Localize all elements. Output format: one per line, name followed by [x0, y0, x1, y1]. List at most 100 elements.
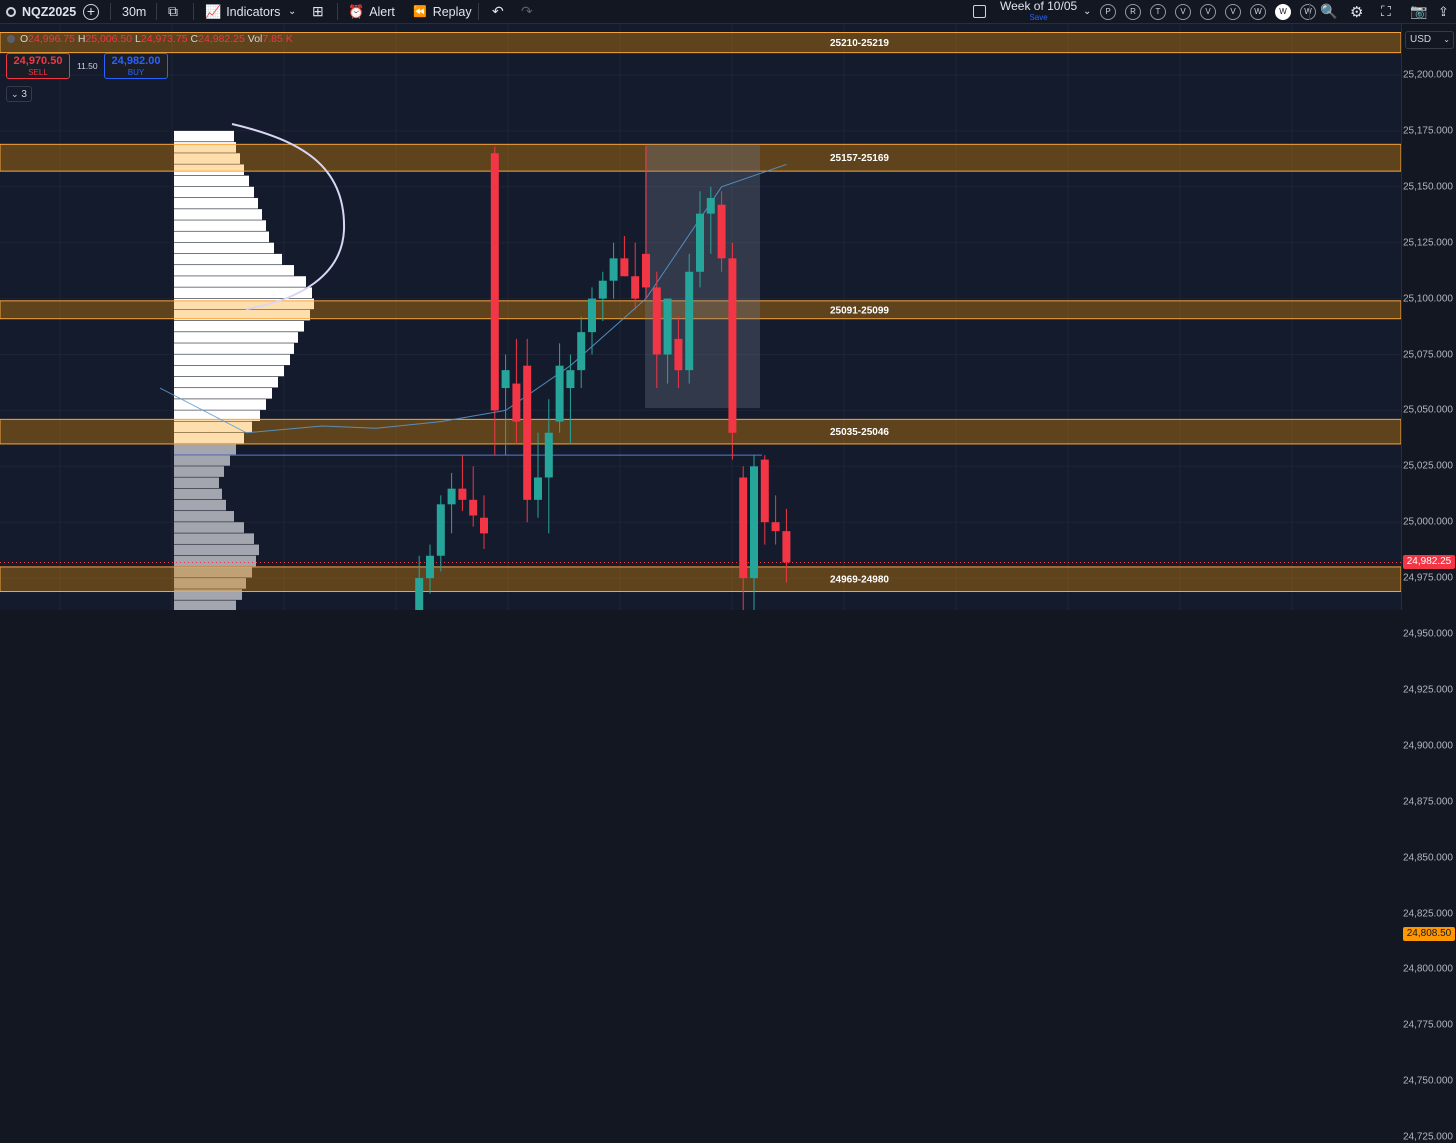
indicators-toggle[interactable]: ⌄ 3	[6, 86, 32, 102]
magnifier-icon: 🔍	[1320, 3, 1338, 19]
price-tick: 24,800.000	[1402, 963, 1453, 975]
replay-button[interactable]: ⏪ Replay	[413, 0, 472, 23]
price-axis[interactable]: 25,200.000 25,175.000 25,150.000 25,125.000…	[1401, 24, 1456, 1143]
undo-button[interactable]: ↶	[492, 0, 504, 23]
snapshot-button[interactable]: 📷	[1410, 0, 1427, 23]
chevron-down-icon: ⌄	[11, 89, 19, 99]
high-value: 25,006.50	[85, 33, 133, 45]
zone-label: 25091-25099	[830, 305, 889, 316]
buy-label: BUY	[127, 68, 145, 77]
zone-label: 24969-24980	[830, 575, 889, 586]
candle-body	[588, 298, 596, 333]
share-icon: ⇪	[1438, 3, 1449, 19]
layout-name-button[interactable]: Week of 10/05 Save	[1000, 0, 1077, 23]
camera-icon: 📷	[1410, 3, 1428, 19]
candle-body	[415, 578, 424, 610]
candle-body	[631, 276, 640, 299]
volume-profile-bar	[174, 343, 294, 354]
candle-body	[728, 258, 737, 433]
volume-profile-bar	[174, 209, 262, 220]
square-icon	[973, 5, 986, 18]
candle-body	[663, 298, 672, 355]
symbol-search[interactable]: NQZ2025	[6, 0, 76, 23]
candle-body	[739, 477, 748, 579]
volume-profile-bar	[174, 443, 236, 455]
range-button[interactable]: R	[1125, 3, 1141, 20]
redo-icon: ↷	[521, 3, 533, 19]
candle-body	[598, 280, 607, 299]
volume-profile-bar	[174, 276, 306, 287]
candle-body	[771, 522, 780, 532]
close-value: 24,982.25	[198, 33, 245, 45]
currency-select[interactable]: USD ⌄	[1405, 31, 1454, 49]
range-button[interactable]: W	[1300, 3, 1316, 20]
settings-button[interactable]: ⚙	[1350, 0, 1363, 23]
indicators-button[interactable]: 📈 Indicators	[205, 0, 280, 23]
spread-value: 11.50	[77, 61, 98, 71]
publish-button[interactable]: ⇪	[1438, 0, 1449, 23]
add-symbol-button[interactable]: +	[83, 0, 99, 23]
search-button[interactable]: 🔍	[1320, 0, 1337, 23]
candle-body	[717, 204, 726, 259]
interval-button[interactable]: 30m	[122, 0, 146, 23]
range-button[interactable]: P	[1100, 3, 1116, 20]
range-button[interactable]: V	[1175, 3, 1191, 20]
chart-type-button[interactable]: ⧉	[168, 0, 178, 23]
rewind-icon: ⏪	[413, 6, 427, 18]
interval-label: 30m	[122, 4, 147, 19]
alert-button[interactable]: ⏰ Alert	[348, 0, 395, 23]
candle-body	[490, 153, 499, 411]
volume-profile-bar	[174, 544, 259, 556]
fullscreen-button[interactable]: ⛶	[1381, 0, 1391, 23]
undo-icon: ↶	[492, 3, 504, 19]
price-tick: 25,000.000	[1402, 516, 1453, 528]
candle-body	[609, 258, 618, 281]
sr-zone	[0, 418, 1401, 445]
volume-profile-bar	[174, 455, 230, 466]
open-value: 24,996.75	[28, 33, 75, 45]
volume-profile-bar	[174, 365, 284, 377]
chevron-down-icon: ⌄	[288, 6, 297, 17]
alarm-clock-icon: ⏰	[348, 3, 365, 19]
replay-label: Replay	[432, 4, 472, 19]
price-tick: 25,200.000	[1402, 69, 1453, 81]
buy-price: 24,982.00	[111, 55, 161, 67]
range-button[interactable]: V	[1200, 3, 1216, 20]
volume-profile-bar	[174, 197, 258, 209]
chart-canvas[interactable]: 25210-25219 25157-25169 25091-25099 25035-2…	[0, 24, 1401, 610]
volume-profile-bar	[174, 376, 278, 388]
range-button[interactable]: V	[1225, 3, 1241, 20]
templates-button[interactable]: ⊞	[312, 0, 324, 23]
candle-body	[501, 370, 510, 389]
plus-circle-icon: +	[83, 3, 99, 20]
sell-button[interactable]: 24,970.50 SELL	[6, 53, 70, 79]
range-button[interactable]: T	[1150, 3, 1166, 20]
candle-body	[620, 258, 629, 277]
volume-profile-bar	[174, 477, 219, 489]
currency-label: USD	[1410, 34, 1432, 45]
volume-label: Vol	[247, 33, 263, 45]
layout-dropdown[interactable]: ⌄	[1083, 0, 1091, 23]
indicator-count: 3	[21, 89, 27, 100]
candle-body	[706, 197, 715, 214]
range-button[interactable]: W	[1275, 3, 1291, 20]
price-tick: 24,750.000	[1402, 1075, 1453, 1087]
price-tick: 24,725.000	[1402, 1131, 1453, 1143]
chart-pane[interactable]: 25210-25219 25157-25169 25091-25099 25035-2…	[0, 24, 1401, 610]
buy-button[interactable]: 24,982.00 BUY	[104, 53, 168, 79]
candle-body	[436, 504, 445, 556]
candle-body	[566, 370, 575, 389]
redo-button[interactable]: ↷	[521, 0, 533, 23]
price-tick: 24,850.000	[1402, 852, 1453, 864]
candle-body	[544, 432, 553, 478]
low-value: 24,973.75	[140, 33, 188, 45]
price-tick: 24,950.000	[1402, 628, 1453, 640]
zone-label: 25035-25046	[830, 427, 889, 438]
price-tick: 24,900.000	[1402, 740, 1453, 752]
range-button[interactable]: W	[1250, 3, 1266, 20]
price-tick: 25,100.000	[1402, 293, 1453, 305]
indicators-dropdown[interactable]: ⌄	[288, 0, 296, 23]
layout-checkbox[interactable]	[973, 0, 986, 23]
alert-label: Alert	[369, 4, 395, 19]
chevron-down-icon: ⌄	[1083, 6, 1092, 17]
